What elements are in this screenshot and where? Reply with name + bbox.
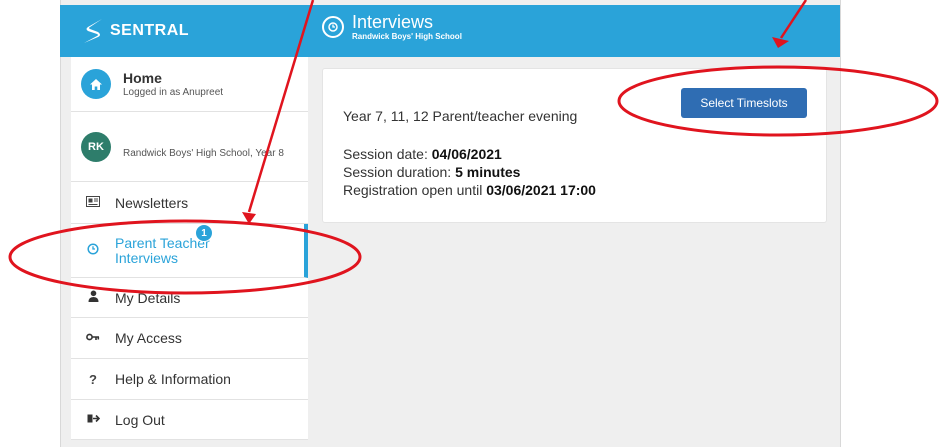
key-icon xyxy=(83,331,103,346)
sentral-logo-icon xyxy=(84,19,102,43)
logout-icon xyxy=(83,412,103,427)
registration-row: Registration open until 03/06/2021 17:00 xyxy=(343,181,596,199)
session-duration-value: 5 minutes xyxy=(455,164,521,180)
sidebar-item-my-details[interactable]: My Details xyxy=(71,278,308,318)
home-label: Home xyxy=(123,69,162,86)
clock-icon xyxy=(322,16,344,38)
sidebar-item-my-access[interactable]: My Access xyxy=(71,318,308,359)
user-icon xyxy=(83,290,103,305)
event-details: Session date: 04/06/2021 Session duratio… xyxy=(343,145,596,199)
sidebar-item-logout[interactable]: Log Out xyxy=(71,400,308,440)
brand-name: SENTRAL xyxy=(110,22,190,39)
session-date-label: Session date: xyxy=(343,146,428,162)
sidebar: Home Logged in as Anupreet RK Randwick B… xyxy=(71,57,308,440)
interview-event-card: Year 7, 11, 12 Parent/teacher evening Se… xyxy=(322,68,827,223)
sidebar-label-newsletters: Newsletters xyxy=(115,194,189,211)
sidebar-item-parent-teacher-interviews[interactable]: Parent Teacher Interviews 1 xyxy=(71,224,308,278)
session-duration-label: Session duration: xyxy=(343,164,452,180)
student-avatar: RK xyxy=(81,131,111,162)
question-icon: ? xyxy=(89,371,97,387)
newspaper-icon xyxy=(83,195,103,210)
sidebar-label-help: Help & Information xyxy=(115,371,231,387)
registration-label: Registration open until xyxy=(343,182,483,198)
notification-badge: 1 xyxy=(195,224,213,242)
sidebar-item-help[interactable]: ? Help & Information xyxy=(71,359,308,400)
home-icon xyxy=(81,69,111,99)
event-title: Year 7, 11, 12 Parent/teacher evening xyxy=(343,108,578,124)
select-timeslots-button[interactable]: Select Timeslots xyxy=(681,88,807,118)
student-school-text: Randwick Boys' High School, Year 8 xyxy=(123,148,284,159)
sidebar-label-logout: Log Out xyxy=(115,411,165,428)
session-date-row: Session date: 04/06/2021 xyxy=(343,145,596,163)
brand[interactable]: SENTRAL xyxy=(60,5,305,57)
sidebar-item-newsletters[interactable]: Newsletters xyxy=(71,182,308,224)
top-bar: SENTRAL Interviews Randwick Boys' High S… xyxy=(60,5,840,57)
page-heading: Interviews Randwick Boys' High School xyxy=(322,13,462,41)
sidebar-label-my-access: My Access xyxy=(115,330,182,346)
clock-icon xyxy=(83,243,103,258)
sidebar-item-home[interactable]: Home Logged in as Anupreet xyxy=(71,57,308,112)
logged-in-text: Logged in as Anupreet xyxy=(123,86,224,98)
sidebar-label-my-details: My Details xyxy=(115,289,181,306)
registration-value: 03/06/2021 17:00 xyxy=(486,182,596,198)
sidebar-label-interviews: Parent Teacher Interviews xyxy=(115,234,210,266)
page-subtitle: Randwick Boys' High School xyxy=(352,32,462,41)
page-title: Interviews xyxy=(352,12,434,32)
session-date-value: 04/06/2021 xyxy=(431,146,502,162)
sidebar-item-student[interactable]: RK Randwick Boys' High School, Year 8 xyxy=(71,112,308,182)
session-duration-row: Session duration: 5 minutes xyxy=(343,163,596,181)
